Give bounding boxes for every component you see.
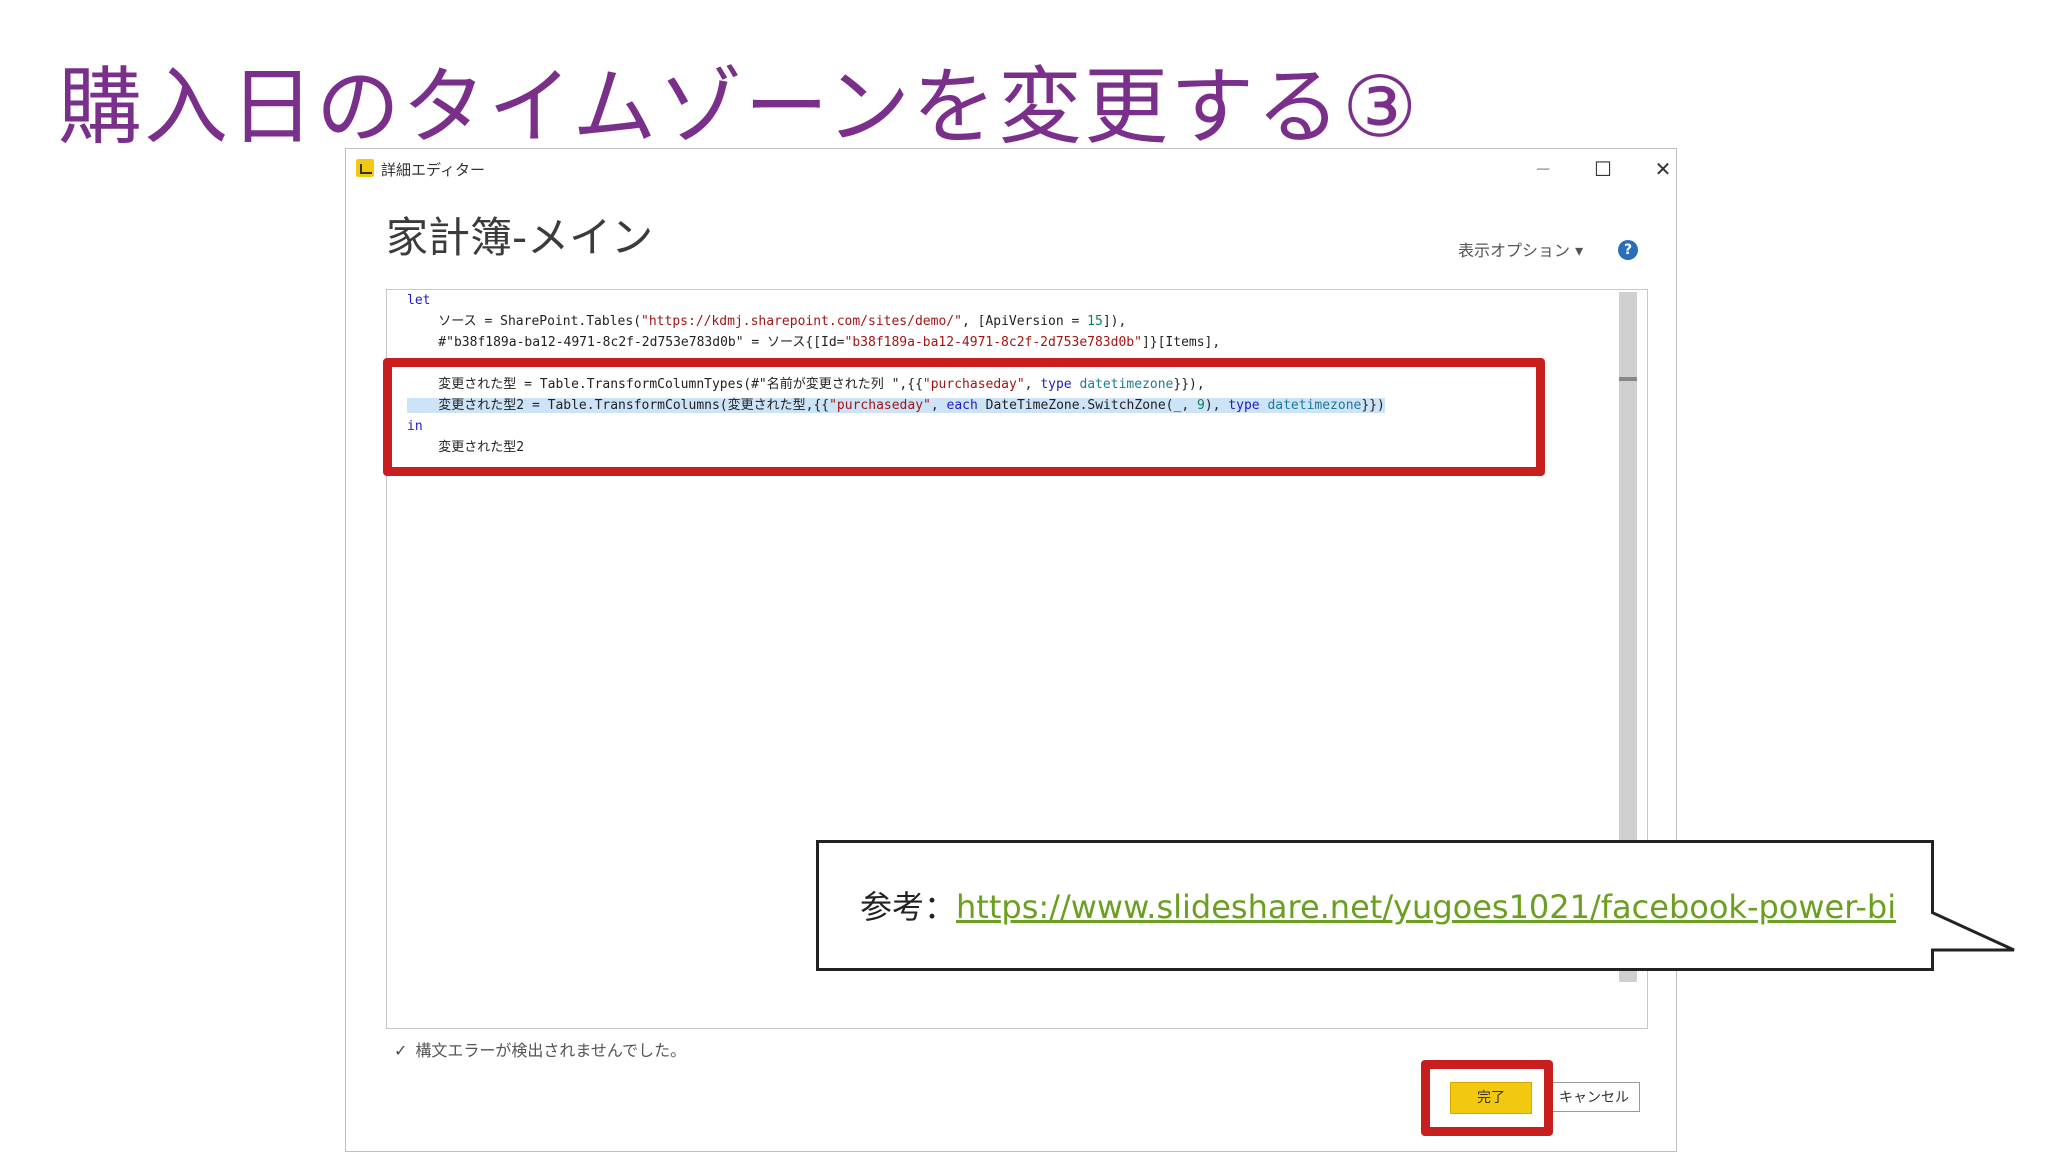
syntax-status: ✓ 構文エラーが検出されませんでした。 xyxy=(394,1037,686,1061)
callout-prefix: 参考： xyxy=(860,888,957,926)
code-token: ソース = SharePoint.Tables( xyxy=(407,314,642,329)
maximize-button[interactable]: ☐ xyxy=(1586,155,1620,183)
code-token: #"b38f189a-ba12-4971-8c2f-2d753e783d0b" … xyxy=(407,335,845,350)
code-token: , [ApiVersion = xyxy=(961,314,1088,329)
minimize-button[interactable]: ─ xyxy=(1526,155,1560,183)
code-line[interactable]: let xyxy=(407,290,1607,311)
title-bar: 詳細エディター ─ ☐ ✕ xyxy=(346,149,1676,189)
code-token: ]), xyxy=(1102,314,1127,329)
callout-text: 参考：https://www.slideshare.net/yugoes1021… xyxy=(860,882,1896,928)
callout-pointer xyxy=(1931,910,2015,952)
query-name: 家計簿-メイン xyxy=(386,213,654,262)
status-message: 構文エラーが検出されませんでした。 xyxy=(415,1041,687,1060)
slide-title: 購入日のタイムゾーンを変更する③ xyxy=(58,58,1420,156)
cancel-button[interactable]: キャンセル xyxy=(1548,1082,1640,1112)
code-token: "https://kdmj.sharepoint.com/sites/demo/… xyxy=(641,314,962,329)
code-line[interactable]: ソース = SharePoint.Tables("https://kdmj.sh… xyxy=(407,311,1607,332)
advanced-editor-dialog: 詳細エディター ─ ☐ ✕ 家計簿-メイン 表示オプション ▾ ? let ソー… xyxy=(345,148,1677,1152)
window-title: 詳細エディター xyxy=(381,161,485,179)
code-token: "b38f189a-ba12-4971-8c2f-2d753e783d0b" xyxy=(844,335,1142,350)
code-token: 15 xyxy=(1087,314,1103,329)
code-highlight-box xyxy=(383,358,1545,476)
reference-link[interactable]: https://www.slideshare.net/yugoes1021/fa… xyxy=(956,888,1896,926)
close-button[interactable]: ✕ xyxy=(1646,155,1680,183)
checkmark-icon: ✓ xyxy=(394,1041,408,1060)
code-token: ]}[Items], xyxy=(1141,335,1221,350)
code-token: let xyxy=(407,293,431,308)
view-options-dropdown[interactable]: 表示オプション ▾ xyxy=(1458,237,1583,261)
help-icon[interactable]: ? xyxy=(1618,240,1638,260)
power-bi-icon xyxy=(356,159,374,177)
code-line[interactable]: #"b38f189a-ba12-4971-8c2f-2d753e783d0b" … xyxy=(407,332,1607,353)
done-button-highlight-box xyxy=(1421,1060,1553,1136)
scrollbar-thumb[interactable] xyxy=(1619,377,1637,381)
